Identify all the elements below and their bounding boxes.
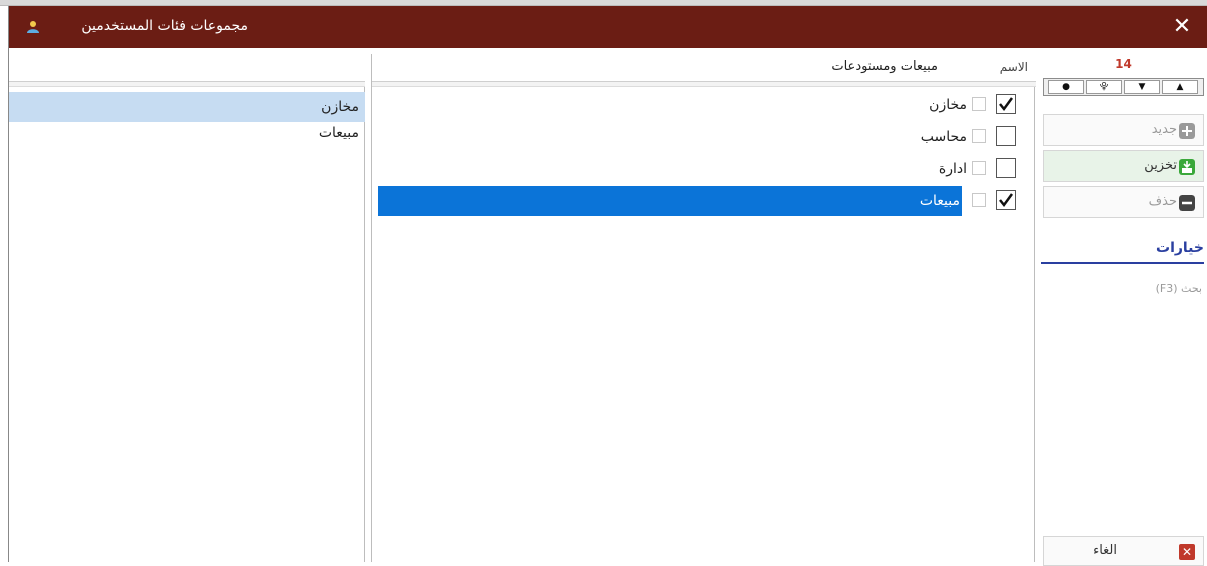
table-row[interactable]: مبيعات [372,186,1036,216]
row-indicator [972,161,986,175]
toolbar-panel: 14 ● ⯓ ▼ ▲ جديد تخزين حذف خيارات بحث (F3… [1041,54,1207,566]
row-indicator [972,193,986,207]
title-bar: ✕ مجموعات فئات المستخدمين [9,6,1207,48]
delete-button-label: حذف [1148,194,1177,209]
plus-icon [1179,123,1195,139]
column-header-name: الاسم [999,60,1028,74]
first-record-button[interactable]: ⯓ [1086,80,1122,94]
column-header-group: مبيعات ومستودعات [831,59,938,74]
row-checkbox[interactable] [996,126,1016,146]
new-button-label: جديد [1151,122,1177,137]
record-navigator: ● ⯓ ▼ ▲ [1043,78,1204,96]
cancel-icon: ✕ [1179,544,1195,560]
minus-icon [1179,195,1195,211]
previous-record-button[interactable]: ▲ [1162,80,1198,94]
last-record-button[interactable]: ● [1048,80,1084,94]
row-checkbox[interactable] [996,190,1016,210]
permissions-grid: الاسم مبيعات ومستودعات مخازن محاسب ادارة [371,54,1036,562]
save-button-label: تخزين [1144,158,1177,173]
row-name: مخازن [929,97,967,113]
next-record-button[interactable]: ▼ [1124,80,1160,94]
search-link[interactable]: بحث (F3) [1156,282,1202,295]
options-section-title: خيارات [1041,240,1204,264]
row-name: محاسب [920,129,967,145]
cancel-button-label: الغاء [1093,543,1117,558]
group-list-panel: مخازن مبيعات [9,54,365,562]
row-checkbox[interactable] [996,158,1016,178]
grid-header: الاسم مبيعات ومستودعات [372,54,1036,82]
list-item[interactable]: مبيعات [9,118,365,148]
close-button[interactable]: ✕ [1167,14,1197,40]
row-name-selected: مبيعات [378,186,962,216]
delete-button[interactable]: حذف [1043,186,1204,218]
row-indicator [972,97,986,111]
grid-filter-row [372,82,1036,87]
row-checkbox[interactable] [996,94,1016,114]
dialog-window: ✕ مجموعات فئات المستخدمين مخازن مبيعات ا… [8,6,1207,566]
new-button[interactable]: جديد [1043,114,1204,146]
save-button[interactable]: تخزين [1043,150,1204,182]
table-row[interactable]: ادارة [372,154,1036,184]
window-title: مجموعات فئات المستخدمين [81,18,248,34]
user-group-icon [27,21,39,33]
row-name: ادارة [938,161,967,177]
list-header [9,54,365,82]
row-name: مبيعات [919,193,960,209]
table-row[interactable]: محاسب [372,122,1036,152]
table-row[interactable]: مخازن [372,90,1036,120]
record-count: 14 [1115,57,1132,71]
list-header-filter [9,82,365,87]
row-indicator [972,129,986,143]
save-icon [1179,159,1195,175]
